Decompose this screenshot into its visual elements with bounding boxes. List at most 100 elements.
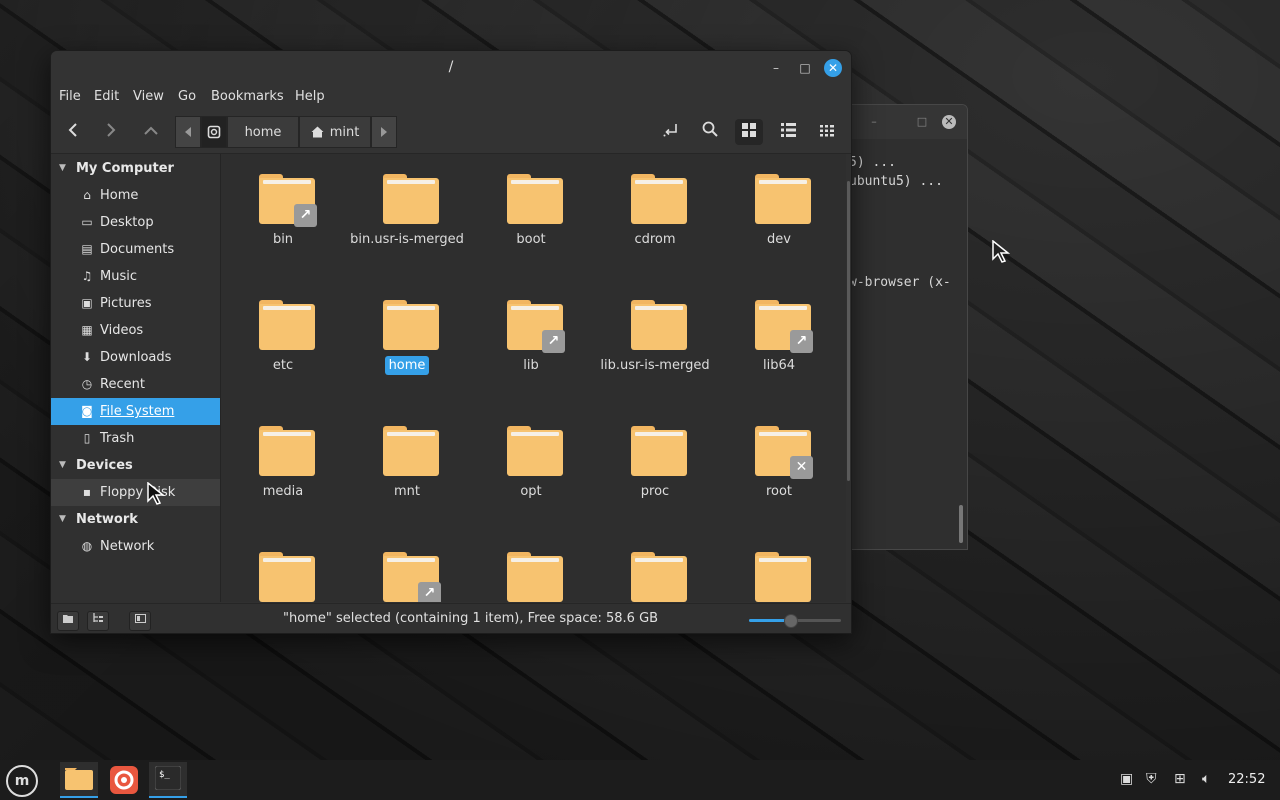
- file-item[interactable]: [593, 532, 717, 602]
- file-item[interactable]: ↗ lib: [469, 280, 593, 390]
- sidebar-item-desktop[interactable]: ▭ Desktop: [51, 209, 220, 236]
- mint-menu-button[interactable]: m: [6, 765, 38, 797]
- menu-view[interactable]: View: [133, 89, 164, 104]
- menu-file[interactable]: File: [59, 89, 81, 104]
- sidebar-section-label: Devices: [76, 458, 133, 473]
- back-button[interactable]: [59, 119, 87, 145]
- path-segment-mint[interactable]: mint: [299, 116, 371, 148]
- clipboard-tray-icon[interactable]: ▣: [1120, 771, 1133, 787]
- sidebar-item-label: Music: [100, 269, 137, 284]
- sidebar-item-music[interactable]: ♫ Music: [51, 263, 220, 290]
- sidebar-item-network[interactable]: ◍ Network: [51, 533, 220, 560]
- terminal-maximize-button[interactable]: □: [915, 115, 929, 129]
- window-titlebar[interactable]: / – □ ✕: [51, 51, 851, 85]
- desktop-icon: ▭: [81, 215, 93, 229]
- drive-icon: ◙: [81, 404, 93, 418]
- list-view-button[interactable]: [774, 119, 802, 145]
- folder-icon: [631, 426, 687, 476]
- taskbar-firefox[interactable]: [105, 762, 143, 798]
- path-scroll-right-button[interactable]: [371, 116, 397, 148]
- path-segment-mint-label: mint: [329, 124, 360, 140]
- volume-icon[interactable]: 🔈︎: [1202, 771, 1210, 787]
- file-item[interactable]: ↗: [345, 532, 469, 602]
- file-item[interactable]: [221, 532, 345, 602]
- folder-icon: [755, 174, 811, 224]
- network-tray-icon[interactable]: ⊞: [1174, 771, 1186, 787]
- file-item[interactable]: bin.usr-is-merged: [345, 154, 469, 264]
- sidebar-item-recent[interactable]: ◷ Recent: [51, 371, 220, 398]
- zoom-slider[interactable]: [749, 614, 841, 628]
- sidebar-item-pictures[interactable]: ▣ Pictures: [51, 290, 220, 317]
- maximize-button[interactable]: □: [796, 59, 814, 77]
- file-item[interactable]: [469, 532, 593, 602]
- file-name: lib.usr-is-merged: [593, 358, 717, 373]
- sidebar-item-trash[interactable]: ▯ Trash: [51, 425, 220, 452]
- file-item[interactable]: ↗ bin: [221, 154, 345, 264]
- icon-view-button[interactable]: [735, 119, 763, 145]
- terminal-minimize-button[interactable]: –: [867, 115, 881, 129]
- file-item[interactable]: dev: [717, 154, 841, 264]
- toggle-location-entry-button[interactable]: [657, 119, 685, 145]
- menu-help[interactable]: Help: [295, 89, 325, 104]
- content-scrollbar[interactable]: [847, 181, 850, 481]
- update-shield-icon[interactable]: ⛨: [1146, 771, 1157, 787]
- file-manager-window[interactable]: / – □ ✕ File Edit View Go Bookmarks Help: [50, 50, 852, 634]
- terminal-scrollbar[interactable]: [959, 505, 963, 543]
- path-segment-home[interactable]: home: [227, 116, 299, 148]
- terminal-titlebar[interactable]: – □ ✕: [841, 105, 967, 139]
- file-item[interactable]: opt: [469, 406, 593, 516]
- show-places-button[interactable]: [57, 611, 79, 631]
- sidebar-item-floppy-disk[interactable]: ▪ Floppy Disk: [51, 479, 220, 506]
- minimize-button[interactable]: –: [767, 59, 785, 77]
- close-button[interactable]: ✕: [824, 59, 842, 77]
- file-item[interactable]: etc: [221, 280, 345, 390]
- sidebar-item-home[interactable]: ⌂ Home: [51, 182, 220, 209]
- taskbar-file-manager[interactable]: [60, 762, 98, 798]
- path-segment-root[interactable]: [201, 116, 227, 148]
- file-item[interactable]: ↗ lib64: [717, 280, 841, 390]
- compact-view-button[interactable]: [813, 119, 841, 145]
- menu-bookmarks[interactable]: Bookmarks: [211, 89, 284, 104]
- sidebar-item-downloads[interactable]: ⬇ Downloads: [51, 344, 220, 371]
- file-item[interactable]: proc: [593, 406, 717, 516]
- file-grid[interactable]: ↗ bin bin.usr-is-merged boot cdrom dev etc home…: [221, 154, 846, 602]
- sidebar-section-my-computer[interactable]: ▼ My Computer: [51, 155, 220, 182]
- show-treeview-button[interactable]: [87, 611, 109, 631]
- compact-view-icon: [820, 125, 834, 137]
- sidebar-item-documents[interactable]: ▤ Documents: [51, 236, 220, 263]
- file-item[interactable]: mnt: [345, 406, 469, 516]
- folder-icon: [383, 426, 439, 476]
- search-button[interactable]: [696, 119, 724, 145]
- file-item[interactable]: media: [221, 406, 345, 516]
- menu-go[interactable]: Go: [178, 89, 196, 104]
- file-item[interactable]: lib.usr-is-merged: [593, 280, 717, 390]
- forward-button[interactable]: [97, 119, 125, 145]
- file-item[interactable]: ✕ root: [717, 406, 841, 516]
- taskbar: m $_ ▣ ⛨ ⊞ 🔈︎ 22:52: [0, 760, 1280, 800]
- sidebar-item-file-system[interactable]: ◙ File System: [51, 398, 220, 425]
- file-item[interactable]: home: [345, 280, 469, 390]
- menu-edit[interactable]: Edit: [94, 89, 119, 104]
- file-name-text: bin: [272, 232, 294, 247]
- terminal-icon: $_: [155, 766, 181, 790]
- taskbar-terminal[interactable]: $_: [149, 762, 187, 798]
- sidebar-section-devices[interactable]: ▼ Devices: [51, 452, 220, 479]
- file-name: opt: [469, 484, 593, 499]
- hide-sidebar-button[interactable]: [129, 611, 151, 631]
- zoom-slider-handle[interactable]: [784, 614, 799, 628]
- terminal-close-button[interactable]: ✕: [942, 115, 956, 129]
- file-name: bin.usr-is-merged: [345, 232, 469, 247]
- clock[interactable]: 22:52: [1228, 772, 1265, 787]
- terminal-line: 5) ...: [849, 155, 896, 170]
- folder-icon: [507, 174, 563, 224]
- terminal-window[interactable]: – □ ✕ 5) ... ubuntu5) ... w-browser (x-: [840, 104, 968, 550]
- path-scroll-left-button[interactable]: [175, 116, 201, 148]
- up-button[interactable]: [137, 119, 165, 145]
- expander-down-icon: ▼: [59, 460, 66, 470]
- file-item[interactable]: cdrom: [593, 154, 717, 264]
- sidebar-item-videos[interactable]: ▦ Videos: [51, 317, 220, 344]
- sidebar-section-network[interactable]: ▼ Network: [51, 506, 220, 533]
- file-item[interactable]: boot: [469, 154, 593, 264]
- sidebar-item-label: Pictures: [100, 296, 152, 311]
- file-item[interactable]: [717, 532, 841, 602]
